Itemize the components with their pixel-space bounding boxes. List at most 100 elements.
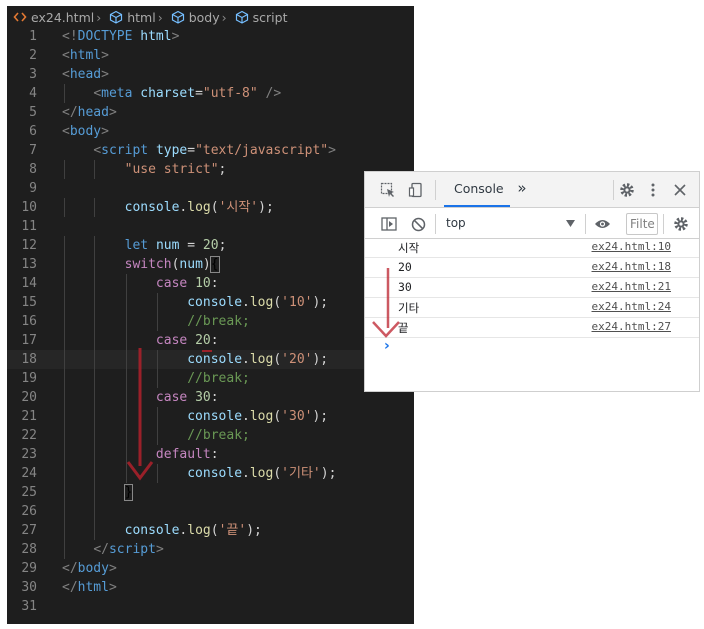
console-prompt[interactable]: › bbox=[384, 338, 390, 354]
breadcrumb-item-body[interactable]: body bbox=[165, 10, 220, 25]
line-number: 20 bbox=[21, 390, 37, 405]
breadcrumb-item-script[interactable]: script bbox=[229, 9, 288, 25]
filter-input[interactable]: Filte bbox=[626, 213, 658, 235]
toolbar-divider bbox=[435, 180, 436, 200]
code-line[interactable]: 1 <!DOCTYPE html> bbox=[7, 27, 414, 46]
code-token: < bbox=[62, 67, 70, 82]
console-source-link[interactable]: ex24.html:18 bbox=[592, 260, 671, 273]
sidebar-toggle-icon[interactable] bbox=[380, 215, 398, 233]
tab-console[interactable]: Console bbox=[444, 172, 510, 207]
code-area[interactable]: 1 <!DOCTYPE html> 2 <html> 3 <head> 4 <meta ch… bbox=[7, 27, 414, 616]
code-line[interactable]: 15 console.log('10'); bbox=[7, 293, 414, 312]
code-line[interactable]: 12 let num = 20; bbox=[7, 236, 414, 255]
code-line[interactable]: 22 //break; bbox=[7, 426, 414, 445]
breadcrumb-item-html[interactable]: html bbox=[103, 10, 156, 25]
context-select[interactable]: top bbox=[441, 214, 577, 234]
code-token: //break; bbox=[187, 371, 250, 386]
code-token: < bbox=[93, 86, 102, 101]
toolbar-divider bbox=[585, 214, 586, 234]
code-line[interactable]: 29 </body> bbox=[7, 559, 414, 578]
code-token: 20 bbox=[202, 238, 219, 253]
console-messages: 시작 ex24.html:10 20 ex24.html:18 30 ex24.html:… bbox=[365, 238, 699, 338]
line-number: 31 bbox=[21, 599, 37, 614]
code-line[interactable]: 5 </head> bbox=[7, 103, 414, 122]
code-token: html bbox=[77, 580, 109, 595]
console-toolbar: top Filte bbox=[365, 208, 699, 239]
console-message-text: 30 bbox=[398, 280, 412, 294]
code-line[interactable]: 4 <meta charset="utf-8" /> bbox=[7, 84, 414, 103]
line-number: 11 bbox=[21, 219, 37, 234]
breadcrumb-label: script bbox=[252, 9, 288, 25]
line-text: </html> bbox=[62, 578, 117, 597]
device-toggle-icon[interactable] bbox=[407, 181, 425, 199]
code-line[interactable]: 17 case 20: bbox=[7, 331, 414, 350]
line-text: console.log('기타'); bbox=[62, 464, 336, 483]
line-text: console.log('20'); bbox=[62, 350, 328, 369]
code-token: script bbox=[101, 143, 149, 158]
code-line[interactable]: 7 <script type="text/javascript"> bbox=[7, 141, 414, 160]
code-line[interactable]: 11 bbox=[7, 217, 414, 236]
code-token: '10' bbox=[281, 295, 313, 310]
line-text: "use strict"; bbox=[62, 160, 227, 179]
code-line[interactable]: 9 bbox=[7, 179, 414, 198]
code-line[interactable]: 30 </html> bbox=[7, 578, 414, 597]
console-source-link[interactable]: ex24.html:24 bbox=[592, 300, 671, 313]
breadcrumb-item-file[interactable]: ex24.html bbox=[7, 10, 94, 25]
console-settings-gear-icon[interactable] bbox=[672, 215, 690, 233]
code-line[interactable]: 10 console.log('시작'); bbox=[7, 198, 414, 217]
console-message: 20 ex24.html:18 bbox=[365, 258, 699, 278]
code-line[interactable]: 8 "use strict"; bbox=[7, 160, 414, 179]
line-number: 3 bbox=[29, 67, 37, 82]
code-token: "text/javascript" bbox=[195, 143, 329, 158]
code-line[interactable]: 19 //break; bbox=[7, 369, 414, 388]
code-token: html bbox=[69, 48, 102, 63]
code-line[interactable]: 2 <html> bbox=[7, 46, 414, 65]
code-line[interactable]: 3 <head> bbox=[7, 65, 414, 84]
code-line[interactable]: 28 </script> bbox=[7, 540, 414, 559]
line-text: //break; bbox=[62, 312, 250, 331]
code-token: //break; bbox=[187, 428, 250, 443]
more-tabs-button[interactable]: » bbox=[515, 179, 529, 197]
code-line[interactable]: 6 <body> bbox=[7, 122, 414, 141]
gear-icon[interactable] bbox=[618, 181, 636, 199]
inspect-element-icon[interactable] bbox=[379, 181, 397, 199]
console-source-link[interactable]: ex24.html:21 bbox=[592, 280, 671, 293]
line-text: switch(num){ bbox=[62, 255, 220, 274]
chevron-right-icon: › bbox=[221, 9, 227, 25]
code-token: 10 bbox=[195, 276, 211, 291]
code-token: ); bbox=[312, 295, 329, 310]
eye-icon[interactable] bbox=[592, 215, 612, 233]
line-number: 28 bbox=[21, 542, 37, 557]
code-line[interactable]: 18 console.log('20'); bbox=[7, 350, 414, 369]
code-line[interactable]: 27 console.log('끝'); bbox=[7, 521, 414, 540]
code-token: . bbox=[242, 295, 250, 310]
line-text: } bbox=[62, 483, 134, 502]
clear-console-icon[interactable] bbox=[409, 215, 427, 233]
console-message: 30 ex24.html:21 bbox=[365, 278, 699, 298]
code-token: . bbox=[242, 466, 250, 481]
code-token: case bbox=[155, 390, 188, 405]
code-line[interactable]: 23 default: bbox=[7, 445, 414, 464]
line-text: <meta charset="utf-8" /> bbox=[62, 84, 281, 103]
code-line[interactable]: 20 case 30: bbox=[7, 388, 414, 407]
console-source-link[interactable]: ex24.html:27 bbox=[592, 320, 671, 333]
console-source-link[interactable]: ex24.html:10 bbox=[592, 240, 671, 253]
toolbar-divider bbox=[613, 180, 614, 200]
code-line[interactable]: 21 console.log('30'); bbox=[7, 407, 414, 426]
code-line[interactable]: 14 case 10: bbox=[7, 274, 414, 293]
code-token: switch bbox=[124, 257, 172, 272]
code-line[interactable]: 13 switch(num){ bbox=[7, 255, 414, 274]
code-line[interactable]: 16 //break; bbox=[7, 312, 414, 331]
code-line[interactable]: 26 bbox=[7, 502, 414, 521]
code-token: log bbox=[249, 295, 274, 310]
kebab-menu-icon[interactable] bbox=[646, 181, 660, 199]
line-number: 2 bbox=[29, 48, 37, 63]
code-token: '시작' bbox=[218, 200, 259, 215]
code-line[interactable]: 24 console.log('기타'); bbox=[7, 464, 414, 483]
code-line[interactable]: 31 bbox=[7, 597, 414, 616]
code-line[interactable]: 25 } bbox=[7, 483, 414, 502]
close-icon[interactable] bbox=[671, 181, 689, 199]
